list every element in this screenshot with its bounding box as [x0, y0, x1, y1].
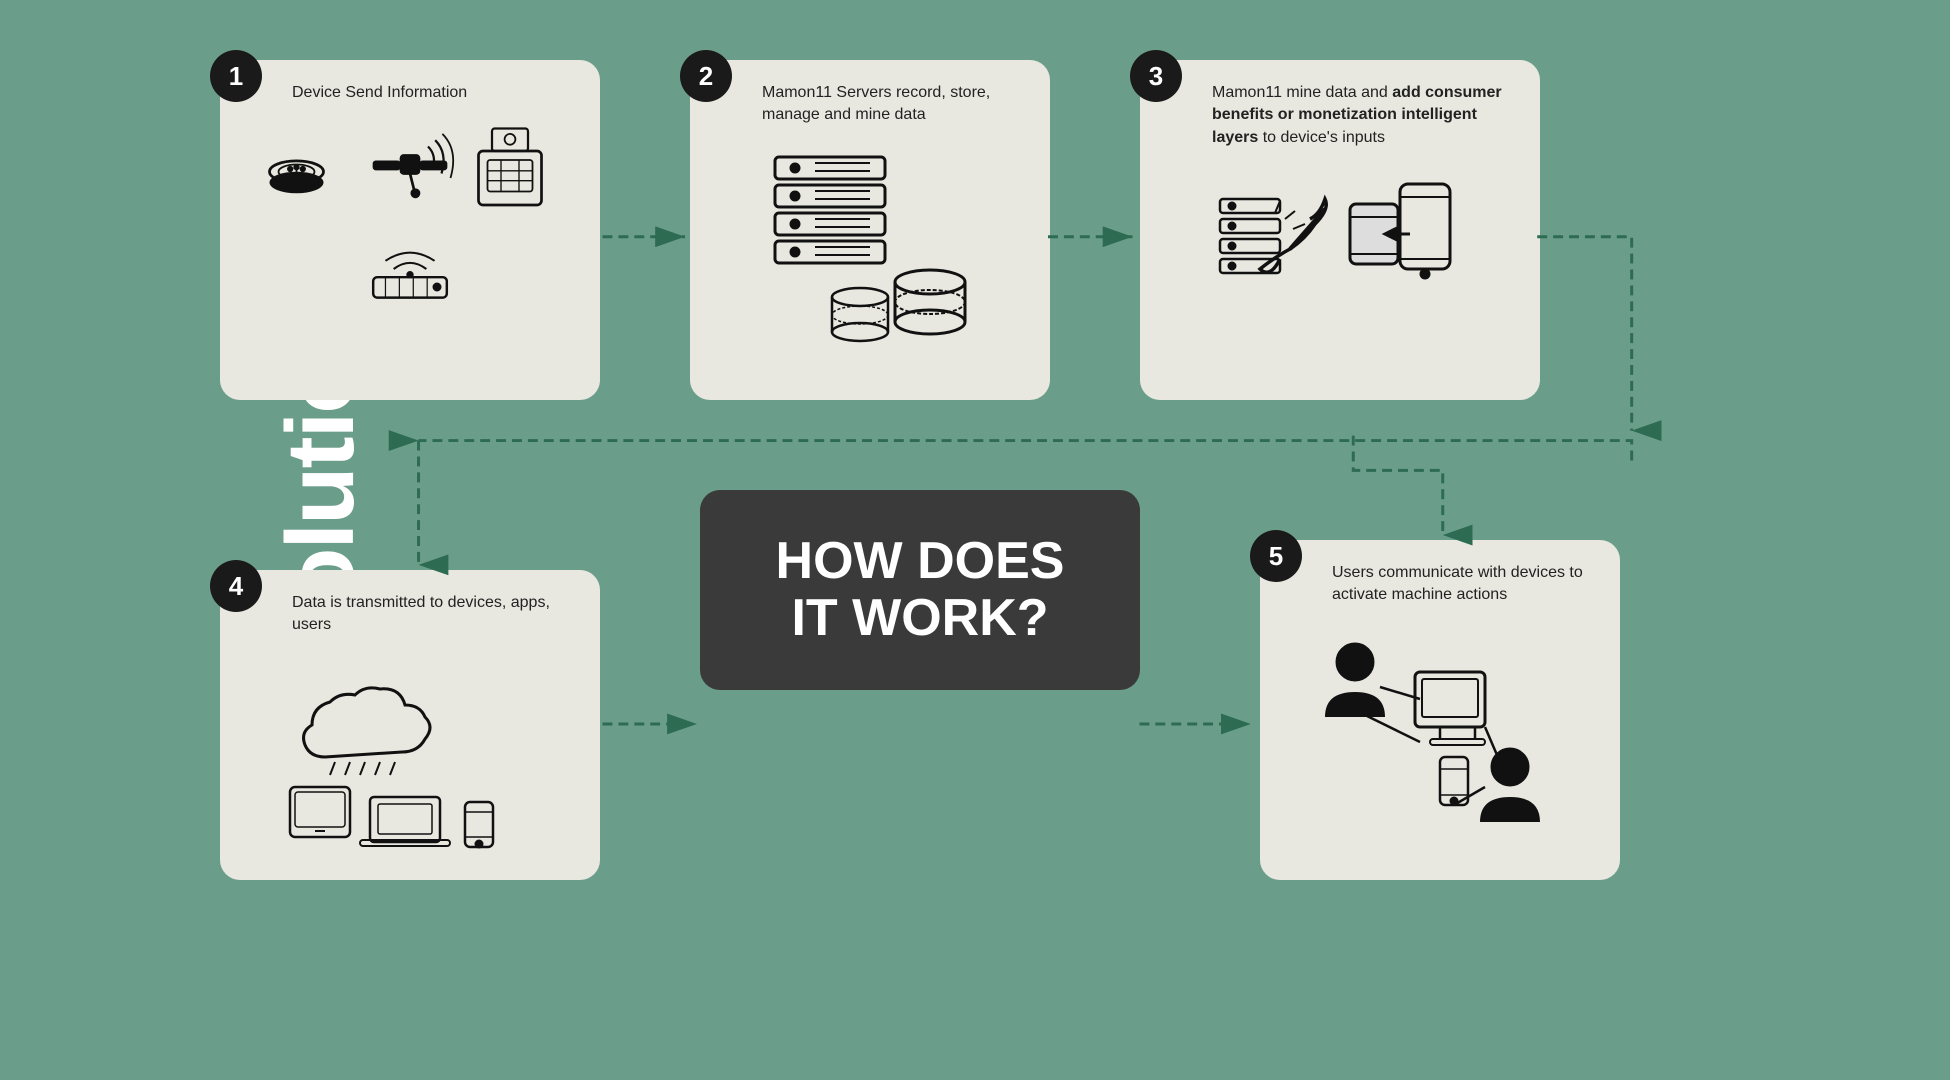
step-2-icons [710, 147, 1030, 347]
mobile-device-icon [1345, 169, 1465, 289]
step-1-badge: 1 [210, 50, 262, 102]
step-5-icons [1280, 627, 1600, 827]
mining-server-icon [1215, 169, 1335, 289]
step-3-card: 3 Mamon11 mine data and add consumer ben… [1140, 60, 1540, 400]
router-icon [365, 224, 455, 314]
step-2-badge: 2 [680, 50, 732, 102]
step-4-title: Data is transmitted to devices, apps, us… [292, 592, 580, 637]
step-3-icons [1160, 169, 1520, 289]
step-5-badge: 5 [1250, 530, 1302, 582]
step-2-title: Mamon11 Servers record, store, manage an… [762, 82, 1030, 127]
step-5-card: 5 Users communicate with devices to acti… [1260, 540, 1620, 880]
main-content: 1 Device Send Information [160, 40, 1930, 1040]
step-1-icons [240, 124, 580, 314]
cloud-devices-icon [270, 657, 550, 857]
center-question-text: HOW DOESIT WORK? [776, 533, 1065, 647]
step-3-title-suffix: to device's inputs [1263, 129, 1385, 146]
smart-speaker-icon [265, 124, 355, 214]
center-question-box: HOW DOESIT WORK? [700, 490, 1140, 690]
satellite-icon [365, 124, 455, 214]
step-5-title: Users communicate with devices to activa… [1332, 562, 1600, 607]
step-3-badge: 3 [1130, 50, 1182, 102]
step-1-title: Device Send Information [292, 82, 580, 104]
step-3-title: Mamon11 mine data and add consumer benef… [1212, 82, 1520, 149]
step-4-card: 4 Data is transmitted to devices, apps, … [220, 570, 600, 880]
step-4-badge: 4 [210, 560, 262, 612]
user-device-network-icon [1300, 627, 1580, 827]
server-database-icon [760, 147, 980, 347]
step-1-card: 1 Device Send Information [220, 60, 600, 400]
step-2-card: 2 Mamon11 Servers record, store, manage … [690, 60, 1050, 400]
smart-home-icon [465, 124, 555, 214]
step-4-icons [240, 657, 580, 857]
step-3-title-plain: Mamon11 mine data and [1212, 84, 1392, 101]
